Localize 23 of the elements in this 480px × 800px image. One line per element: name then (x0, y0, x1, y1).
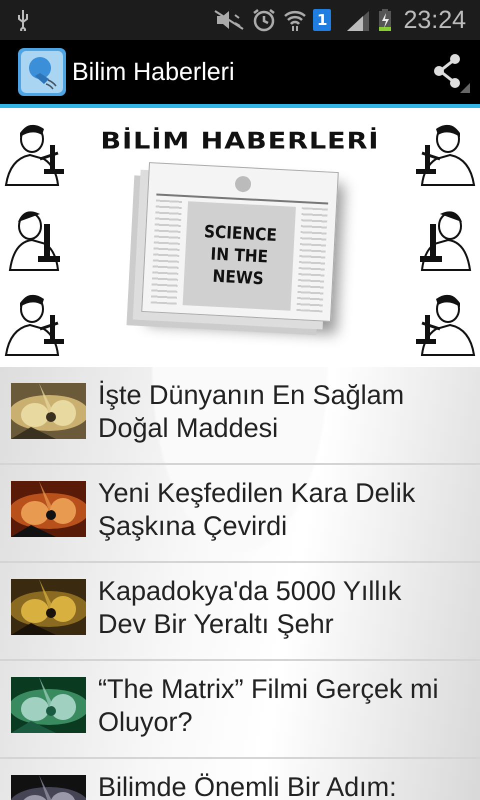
usb-icon (16, 9, 30, 31)
article-title: Bilimde Önemli Bir Adım: (98, 771, 397, 800)
newspaper-circle (234, 176, 252, 192)
sim-badge: 1 (313, 9, 332, 31)
article-row[interactable]: Bilimde Önemli Bir Adım: (0, 759, 480, 800)
banner-heading: BİLİM HABERLERİ (100, 128, 380, 155)
article-title: Kapadokya'da 5000 Yıllık Dev Bir Yeraltı Şehr (98, 575, 402, 641)
app-icon[interactable] (18, 48, 66, 96)
wifi-icon (283, 9, 307, 31)
mute-icon (213, 9, 245, 31)
battery-icon (377, 8, 394, 32)
app-title: Bilim Haberleri (72, 58, 236, 86)
newspaper-headline: NEWS (212, 266, 264, 290)
article-row[interactable]: İşte Dünyanın En Sağlam Doğal Maddesi (0, 367, 480, 465)
article-row[interactable]: Kapadokya'da 5000 Yıllık Dev Bir Yeraltı Şehr (0, 563, 480, 661)
article-title: Yeni Keşfedilen Kara Delik Şaşkına Çevirdi (98, 477, 416, 543)
article-title: “The Matrix” Filmi Gerçek mi Oluyor? (98, 673, 440, 739)
article-row[interactable]: “The Matrix” Filmi Gerçek mi Oluyor? (0, 661, 480, 759)
signal-icon (345, 9, 372, 31)
alarm-icon (251, 8, 277, 32)
article-title: İşte Dünyanın En Sağlam Doğal Maddesi (98, 379, 406, 445)
clock-time: 23:24 (403, 6, 466, 34)
article-row[interactable]: Yeni Keşfedilen Kara Delik Şaşkına Çevirdi (0, 465, 480, 563)
